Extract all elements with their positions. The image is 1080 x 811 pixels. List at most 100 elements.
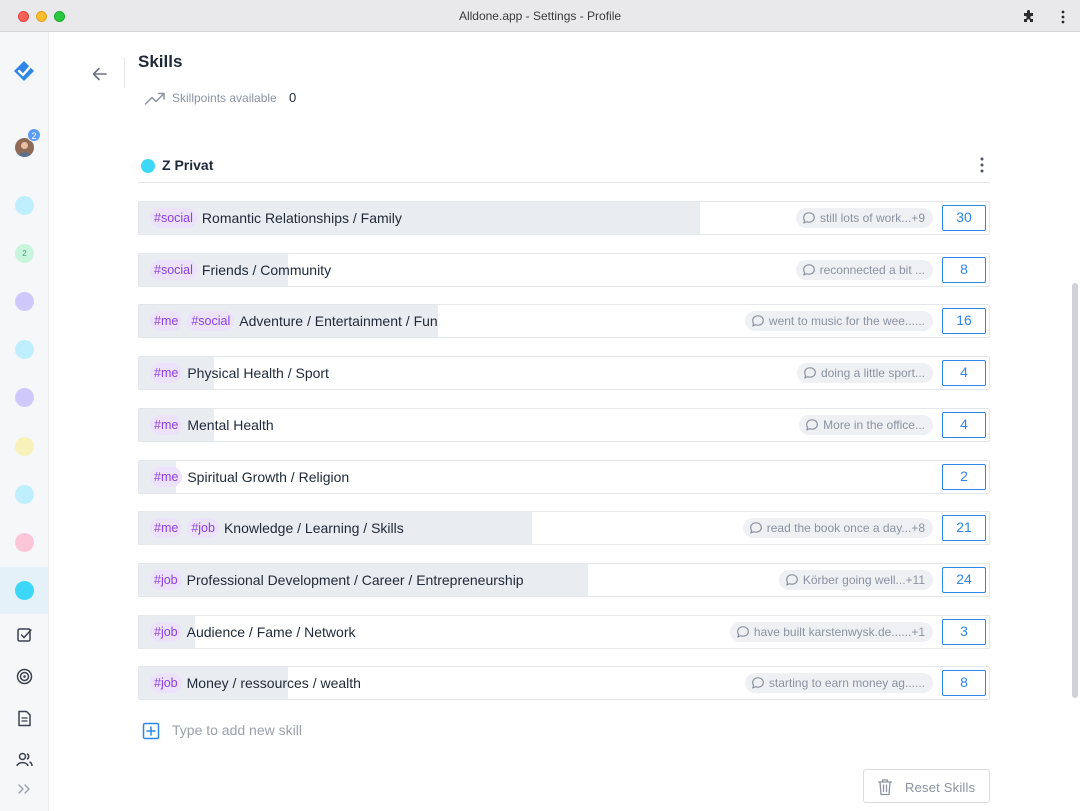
comment-icon	[752, 315, 764, 327]
skill-row[interactable]: #me Physical Health / Sport doing a little…	[138, 356, 990, 391]
skill-comment[interactable]: doing a little sport...	[796, 363, 933, 384]
hashtag[interactable]: #me	[150, 466, 183, 487]
skill-name: Audience / Fame / Network	[186, 623, 356, 640]
hashtag[interactable]: #job	[150, 673, 182, 694]
tasks-icon[interactable]	[15, 625, 34, 644]
expand-sidebar-icon[interactable]	[16, 781, 32, 797]
reset-skills-label: Reset Skills	[905, 780, 976, 795]
header-divider	[124, 58, 125, 88]
more-options-icon[interactable]	[976, 156, 988, 174]
skillpoints-label: Skillpoints available	[172, 91, 277, 105]
comment-icon	[752, 677, 764, 689]
skill-points-input[interactable]: 3	[942, 618, 986, 645]
skill-points-input[interactable]: 8	[942, 670, 986, 697]
skill-row[interactable]: #job Audience / Fame / Network have built …	[138, 614, 990, 649]
comment-icon	[806, 418, 819, 431]
sidebar-project-2[interactable]: 2	[15, 244, 34, 263]
comment-icon	[802, 263, 815, 276]
sidebar-project-1[interactable]	[15, 196, 34, 215]
sidebar-project-7[interactable]	[15, 485, 34, 504]
trash-icon	[877, 779, 893, 796]
hashtag[interactable]: #me	[150, 414, 183, 435]
skill-comment[interactable]: starting to earn money ag......	[744, 673, 933, 694]
alldone-logo-icon[interactable]	[13, 60, 35, 82]
puzzle-extension-icon[interactable]	[1021, 9, 1037, 25]
contacts-icon[interactable]	[15, 750, 34, 769]
skill-comment[interactable]: reconnected a bit ...	[795, 259, 933, 280]
sidebar-project-6[interactable]	[15, 437, 34, 456]
skill-comment[interactable]: read the book once a day...+8	[742, 518, 933, 539]
skill-comment-text: went to music for the wee......	[768, 314, 925, 329]
skill-comment-text: read the book once a day...+8	[766, 521, 925, 536]
skill-comment[interactable]: have built karstenwysk.de......+1	[729, 621, 933, 642]
skill-content: #me #job Knowledge / Learning / Skills	[150, 512, 404, 544]
sidebar-project-9[interactable]	[15, 581, 34, 600]
skill-content: #job Audience / Fame / Network	[150, 616, 356, 648]
skill-content: #job Professional Development / Career / …	[150, 564, 524, 596]
sidebar-project-3[interactable]	[15, 292, 34, 311]
add-skill-input[interactable]: Type to add new skill	[172, 722, 302, 738]
hashtag[interactable]: #me	[150, 518, 183, 539]
hashtag[interactable]: #job	[187, 518, 219, 539]
skill-name: Spiritual Growth / Religion	[187, 468, 350, 485]
skill-row[interactable]: #me Mental Health More in the office... 4	[138, 407, 990, 442]
skill-content: #social Friends / Community	[150, 254, 331, 286]
hashtag[interactable]: #social	[187, 311, 235, 332]
skill-name: Money / ressources / wealth	[186, 675, 361, 692]
skill-comment-text: doing a little sport...	[820, 366, 925, 381]
goals-icon[interactable]	[15, 667, 34, 686]
project-header: Z Privat	[138, 148, 990, 183]
skill-row[interactable]: #me Spiritual Growth / Religion 2	[138, 459, 990, 494]
skill-name: Friends / Community	[201, 261, 332, 278]
sidebar-project-8[interactable]	[15, 533, 34, 552]
comment-icon	[785, 574, 798, 586]
skill-comment[interactable]: Körber going well...+11	[778, 569, 933, 590]
sidebar-project-4[interactable]	[15, 340, 34, 359]
sidebar: 2 2	[0, 32, 49, 811]
skill-row[interactable]: #social Friends / Community reconnected a …	[138, 252, 990, 287]
hashtag[interactable]: #social	[150, 259, 197, 280]
skill-points-input[interactable]: 30	[942, 205, 986, 231]
skill-points-input[interactable]: 8	[942, 256, 986, 283]
back-arrow-icon[interactable]	[89, 63, 111, 85]
hashtag[interactable]: #job	[150, 621, 182, 642]
more-menu-icon[interactable]	[1055, 9, 1071, 25]
skill-row[interactable]: #me #social Adventure / Entertainment / Fu…	[138, 304, 990, 339]
skill-points-input[interactable]: 21	[942, 515, 986, 542]
skill-content: #me Mental Health	[150, 409, 274, 441]
skill-row[interactable]: #job Professional Development / Career / …	[138, 562, 990, 597]
skill-name: Romantic Relationships / Family	[201, 210, 402, 226]
scrollbar[interactable]	[1072, 283, 1078, 698]
project-color-dot	[141, 159, 155, 173]
skill-name: Physical Health / Sport	[187, 365, 329, 382]
skill-comment[interactable]: went to music for the wee......	[744, 311, 933, 332]
hashtag[interactable]: #social	[150, 208, 197, 228]
skill-comment[interactable]: still lots of work...+9	[795, 208, 933, 228]
hashtag[interactable]: #me	[150, 311, 183, 332]
skill-name: Mental Health	[187, 416, 274, 433]
notes-icon[interactable]	[15, 709, 34, 728]
skill-content: #me #social Adventure / Entertainment / Fu…	[150, 305, 438, 337]
skill-points-input[interactable]: 16	[942, 308, 986, 335]
skill-row[interactable]: #social Romantic Relationships / Family st…	[138, 201, 990, 235]
add-skill-plus-icon[interactable]	[142, 722, 160, 740]
skill-comment-text: Körber going well...+11	[802, 572, 925, 587]
skill-row[interactable]: #me #job Knowledge / Learning / Skills read…	[138, 511, 990, 546]
project-name: Z Privat	[162, 157, 214, 173]
skill-points-input[interactable]: 24	[942, 566, 986, 593]
hashtag[interactable]: #job	[150, 569, 182, 590]
hashtag[interactable]: #me	[150, 363, 183, 384]
skill-row[interactable]: #job Money / ressources / wealth starting …	[138, 666, 990, 701]
skill-comment[interactable]: More in the office...	[799, 414, 933, 435]
skill-name: Adventure / Entertainment / Fun	[239, 313, 438, 330]
skill-comment-text: have built karstenwysk.de......+1	[753, 624, 925, 639]
comment-icon	[737, 625, 749, 638]
skill-content: #me Physical Health / Sport	[150, 357, 329, 389]
sidebar-project-5[interactable]	[15, 388, 34, 407]
skill-name: Professional Development / Career / Entr…	[186, 571, 524, 588]
reset-skills-button[interactable]: Reset Skills	[863, 769, 990, 803]
skill-points-input[interactable]: 4	[942, 411, 986, 438]
window-titlebar: Alldone.app - Settings - Profile	[0, 0, 1080, 32]
skill-points-input[interactable]: 2	[942, 463, 986, 490]
skill-points-input[interactable]: 4	[942, 360, 986, 387]
